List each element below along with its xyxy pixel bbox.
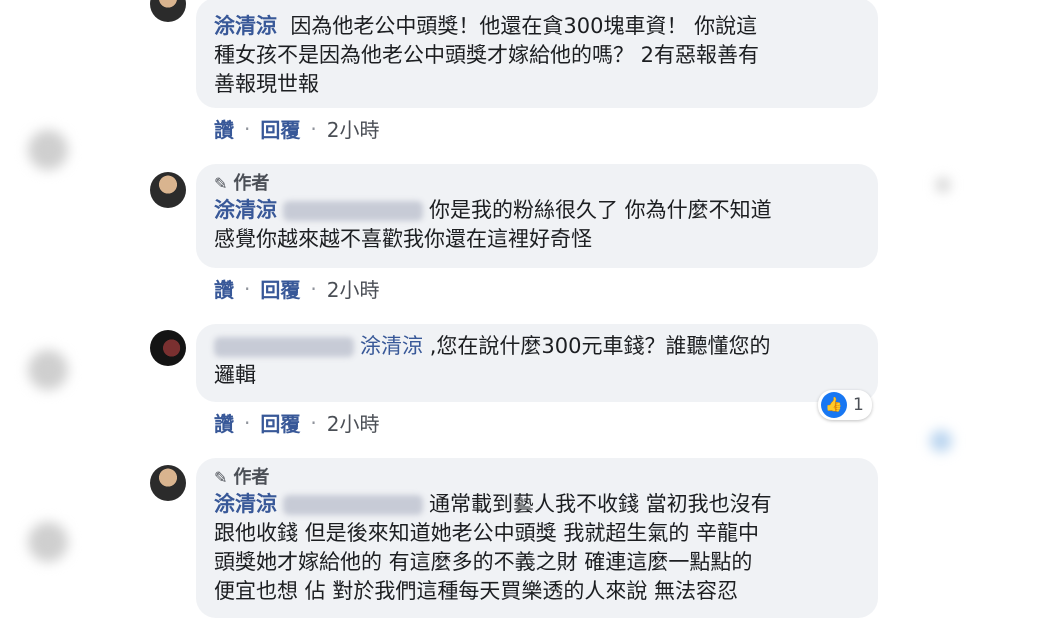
reaction-count: 1	[853, 395, 864, 415]
comment-bubble: ✎ 作者 涂清涼 你是我的粉絲很久了 你為什麼不知道 感覺你越來越不喜歡我你還在這裡…	[196, 164, 878, 268]
comment-author-name[interactable]: 涂清涼	[214, 198, 277, 222]
comment-text-line: 你是我的粉絲很久了 你為什麼不知道	[429, 198, 772, 222]
blurred-icon	[936, 178, 950, 192]
blurred-avatar	[28, 350, 68, 390]
mention-link[interactable]: 涂清涼	[360, 334, 423, 358]
separator: ·	[310, 410, 317, 435]
pencil-icon: ✎	[214, 174, 228, 193]
comment-text-line: 通常載到藝人我不收錢 當初我也沒有	[429, 492, 772, 516]
reaction-summary[interactable]: 👍 1	[818, 390, 872, 420]
comment-text-line: 種女孩不是因為他老公中頭獎才嫁給他的嗎？ 2有惡報善有	[214, 43, 760, 67]
reply-link[interactable]: 回覆	[260, 274, 300, 303]
separator: ·	[244, 116, 251, 141]
comment-text-line: 跟他收錢 但是後來知道她老公中頭獎 我就超生氣的 辛龍中	[214, 521, 760, 545]
comment-text-line: 善報現世報	[214, 72, 319, 96]
author-badge: ✎ 作者	[214, 173, 270, 194]
commenter-avatar[interactable]	[150, 330, 186, 366]
commenter-avatar[interactable]	[150, 0, 186, 22]
comment-author-name[interactable]: 涂清涼	[214, 14, 277, 38]
comment-bubble: 涂清涼 ,您在說什麼300元車錢？誰聽懂您的 邏輯	[196, 324, 878, 402]
separator: ·	[244, 410, 251, 435]
separator: ·	[310, 276, 317, 301]
reply-link[interactable]: 回覆	[260, 408, 300, 437]
comment-text-line: 因為他老公中頭獎！他還在貪300塊車資！ 你說這	[290, 14, 758, 38]
timestamp[interactable]: 2小時	[327, 274, 380, 303]
comment-bubble: ✎ 作者 涂清涼 通常載到藝人我不收錢 當初我也沒有 跟他收錢 但是後來知道她老公中…	[196, 458, 878, 618]
comment-author-name[interactable]: 涂清涼	[214, 492, 277, 516]
comment-text-line: 邏輯	[214, 363, 256, 387]
redacted-name	[214, 337, 354, 357]
redacted-name	[283, 201, 423, 221]
blurred-avatar	[28, 130, 68, 170]
thumbs-up-icon: 👍	[821, 392, 847, 418]
commenter-avatar[interactable]	[150, 172, 186, 208]
pencil-icon: ✎	[214, 468, 228, 487]
timestamp[interactable]: 2小時	[327, 114, 380, 143]
timestamp[interactable]: 2小時	[327, 408, 380, 437]
separator: ·	[310, 116, 317, 141]
like-link[interactable]: 讚	[214, 408, 234, 437]
reply-link[interactable]: 回覆	[260, 114, 300, 143]
comment-text-line: 感覺你越來越不喜歡我你還在這裡好奇怪	[214, 227, 592, 251]
blurred-icon	[930, 430, 952, 452]
comment-actions: 讚 · 回覆 · 2小時	[214, 274, 379, 303]
comment-actions: 讚 · 回覆 · 2小時	[214, 114, 379, 143]
like-link[interactable]: 讚	[214, 114, 234, 143]
redacted-name	[283, 495, 423, 515]
commenter-avatar[interactable]	[150, 465, 186, 501]
author-badge: ✎ 作者	[214, 467, 270, 488]
blurred-avatar	[28, 522, 68, 562]
comment-text-line: ,您在說什麼300元車錢？誰聽懂您的	[429, 334, 771, 358]
comment-actions: 讚 · 回覆 · 2小時	[214, 408, 379, 437]
comment-bubble: 涂清涼 因為他老公中頭獎！他還在貪300塊車資！ 你說這 種女孩不是因為他老公中…	[196, 0, 878, 108]
separator: ·	[244, 276, 251, 301]
comment-text-line: 便宜也想 佔 對於我們這種每天買樂透的人來說 無法容忍	[214, 579, 739, 603]
like-link[interactable]: 讚	[214, 274, 234, 303]
comment-text-line: 頭獎她才嫁給他的 有這麼多的不義之財 確連這麼一點點的	[214, 550, 753, 574]
